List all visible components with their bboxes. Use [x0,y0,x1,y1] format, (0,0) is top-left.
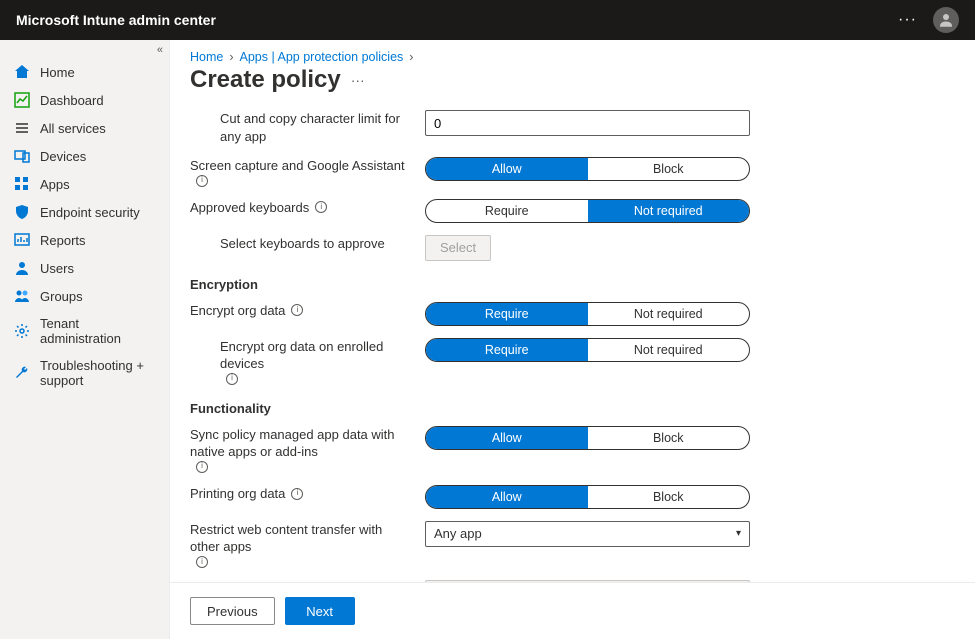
info-icon[interactable]: i [196,175,208,187]
sidebar-item-dashboard[interactable]: Dashboard [0,86,169,114]
users-icon [14,260,30,276]
product-title: Microsoft Intune admin center [16,12,216,28]
sidebar-item-reports[interactable]: Reports [0,226,169,254]
sidebar-item-endpoint-security[interactable]: Endpoint security [0,198,169,226]
sidebar-item-tenant-admin[interactable]: Tenant administration [0,310,169,352]
sidebar-item-devices[interactable]: Devices [0,142,169,170]
sidebar-item-all-services[interactable]: All services [0,114,169,142]
wrench-icon [14,365,30,381]
chevron-right-icon: › [229,50,233,64]
encrypt-org-require[interactable]: Require [426,303,588,325]
screen-capture-toggle[interactable]: Allow Block [425,157,750,181]
sidebar-item-troubleshooting[interactable]: Troubleshooting + support [0,352,169,394]
breadcrumb-apps[interactable]: Apps | App protection policies [240,50,404,64]
printing-allow[interactable]: Allow [426,486,588,508]
reports-icon [14,232,30,248]
encrypt-enrolled-require[interactable]: Require [426,339,588,361]
cut-copy-limit-input[interactable] [425,110,750,136]
sidebar-item-label: Troubleshooting + support [40,358,155,388]
info-icon[interactable]: i [196,556,208,568]
info-icon[interactable]: i [291,304,303,316]
screen-capture-block[interactable]: Block [588,158,750,180]
sidebar-item-label: Devices [40,149,86,164]
encrypt-enrolled-notrequired[interactable]: Not required [588,339,750,361]
sync-native-block[interactable]: Block [588,427,750,449]
breadcrumb-home[interactable]: Home [190,50,223,64]
breadcrumb: Home › Apps | App protection policies › [170,40,975,64]
section-encryption: Encryption [190,267,955,296]
approved-keyboards-toggle[interactable]: Require Not required [425,199,750,223]
next-button[interactable]: Next [285,597,355,625]
gear-icon [14,323,30,339]
avatar[interactable] [933,7,959,33]
sync-native-toggle[interactable]: Allow Block [425,426,750,450]
sidebar-item-users[interactable]: Users [0,254,169,282]
wizard-footer: Previous Next [170,582,975,639]
sidebar-item-label: Reports [40,233,86,248]
form-area: Cut and copy character limit for any app… [170,104,975,582]
label-encrypt-enrolled: Encrypt org data on enrolled devices [220,338,413,373]
label-screen-capture: Screen capture and Google Assistant [190,157,405,175]
sidebar-item-label: Endpoint security [40,205,140,220]
sidebar-item-label: Apps [40,177,70,192]
label-sync-native: Sync policy managed app data with native… [190,426,413,461]
label-encrypt-org: Encrypt org data [190,302,285,320]
chevron-down-icon: ▾ [736,528,741,539]
sidebar-item-label: Groups [40,289,83,304]
screen-capture-allow[interactable]: Allow [426,158,588,180]
groups-icon [14,288,30,304]
more-actions-icon[interactable]: ··· [898,11,917,29]
sidebar-item-label: Users [40,261,74,276]
sidebar-item-label: Home [40,65,75,80]
select-keyboards-button: Select [425,235,491,261]
page-actions-icon[interactable]: ··· [351,72,365,88]
section-functionality: Functionality [190,391,955,420]
restrict-web-value: Any app [434,526,482,541]
label-printing: Printing org data [190,485,285,503]
dashboard-icon [14,92,30,108]
sidebar-item-label: Tenant administration [40,316,155,346]
sidebar-item-groups[interactable]: Groups [0,282,169,310]
info-icon[interactable]: i [226,373,238,385]
page-title: Create policy [190,66,341,94]
info-icon[interactable]: i [315,201,327,213]
sidebar-item-apps[interactable]: Apps [0,170,169,198]
encrypt-enrolled-toggle[interactable]: Require Not required [425,338,750,362]
sidebar-item-label: Dashboard [40,93,104,108]
info-icon[interactable]: i [291,488,303,500]
previous-button[interactable]: Previous [190,597,275,625]
approved-keyboards-notrequired[interactable]: Not required [588,200,750,222]
info-icon[interactable]: i [196,461,208,473]
label-select-keyboards: Select keyboards to approve [190,235,425,253]
sidebar: « Home Dashboard All services Devices Ap… [0,40,170,639]
all-services-icon [14,120,30,136]
label-restrict-web: Restrict web content transfer with other… [190,521,413,556]
printing-toggle[interactable]: Allow Block [425,485,750,509]
home-icon [14,64,30,80]
topbar: Microsoft Intune admin center ··· [0,0,975,40]
sidebar-item-home[interactable]: Home [0,58,169,86]
sync-native-allow[interactable]: Allow [426,427,588,449]
collapse-sidebar-icon[interactable]: « [157,44,163,56]
printing-block[interactable]: Block [588,486,750,508]
sidebar-item-label: All services [40,121,106,136]
encrypt-org-toggle[interactable]: Require Not required [425,302,750,326]
label-approved-keyboards: Approved keyboards [190,199,309,217]
devices-icon [14,148,30,164]
apps-icon [14,176,30,192]
approved-keyboards-require[interactable]: Require [426,200,588,222]
shield-icon [14,204,30,220]
encrypt-org-notrequired[interactable]: Not required [588,303,750,325]
restrict-web-select[interactable]: Any app ▾ [425,521,750,547]
label-cut-copy-limit: Cut and copy character limit for any app [190,110,425,145]
chevron-right-icon: › [409,50,413,64]
